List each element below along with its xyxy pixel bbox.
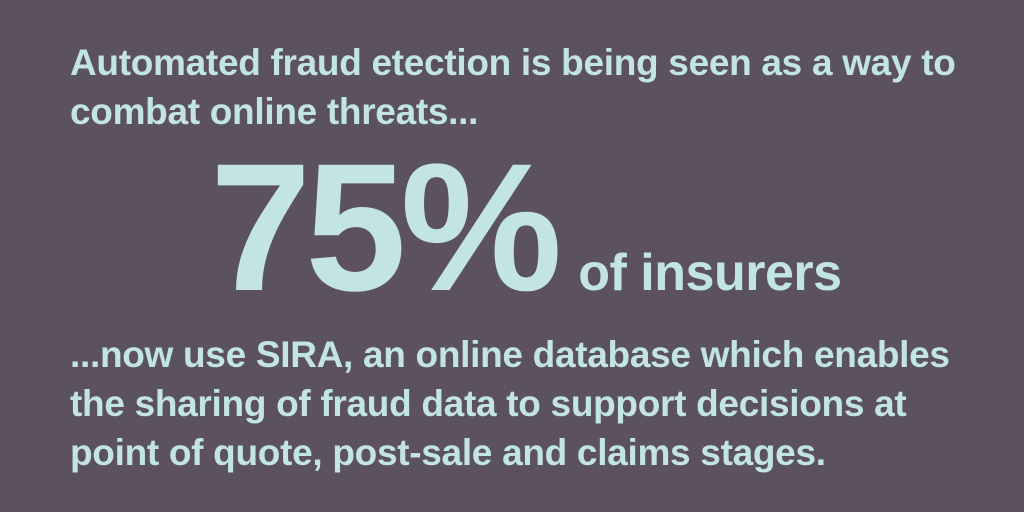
statistic-number: 75% — [210, 125, 562, 329]
outro-text: ...now use SIRA, an online database whic… — [70, 334, 950, 473]
infographic-card: Automated fraud etection is being seen a… — [0, 0, 1024, 512]
statistic-label: of insurers — [578, 244, 842, 302]
intro-text: Automated fraud etection is being seen a… — [70, 42, 956, 132]
statistic-row: 75% of insurers — [210, 125, 842, 329]
